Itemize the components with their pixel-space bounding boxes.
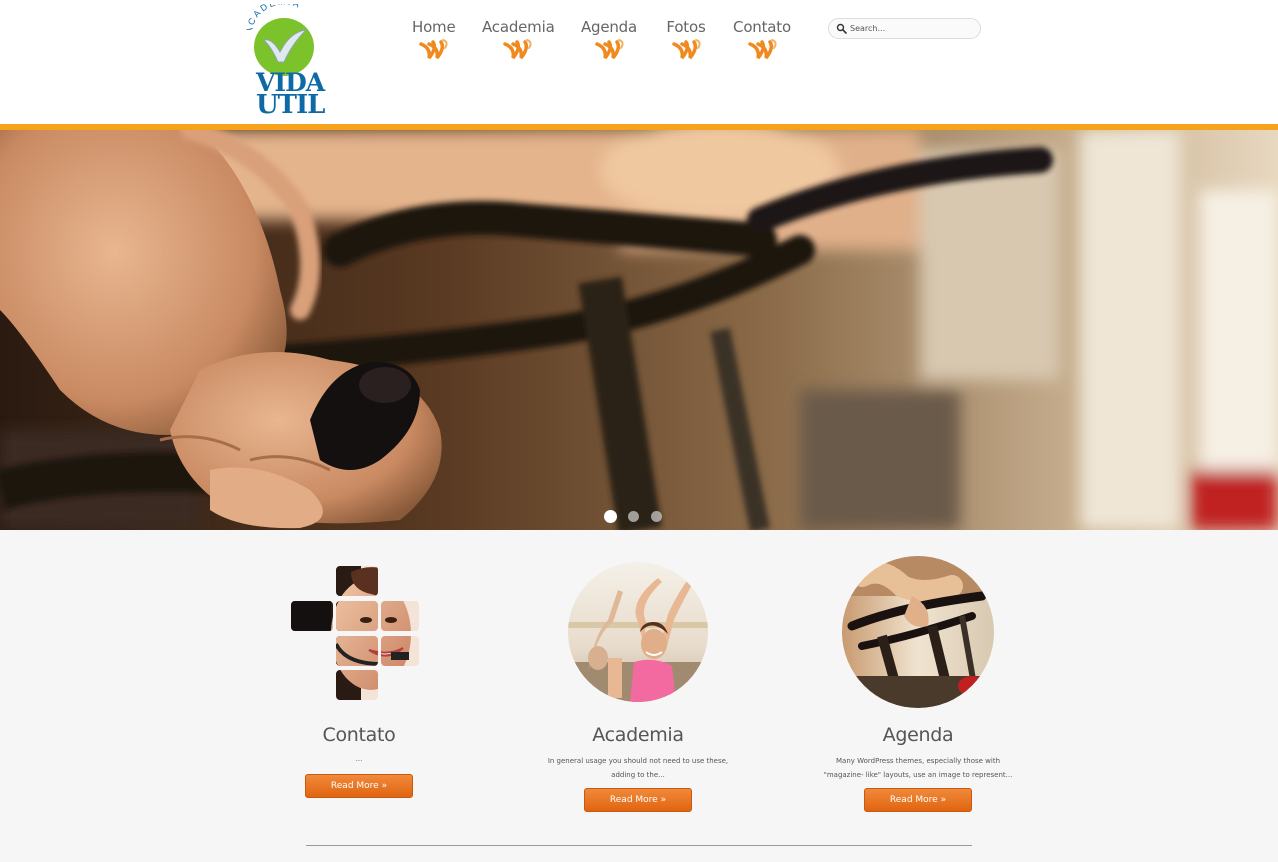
site-header: ACADEMIA VIDA UTIL Home Academia Agenda … — [0, 0, 1278, 124]
swoosh-icon — [419, 39, 448, 60]
nav-label: Fotos — [666, 18, 706, 36]
slider-dot-3[interactable] — [651, 511, 662, 522]
swoosh-icon — [503, 39, 532, 60]
read-more-button[interactable]: Read More » — [864, 788, 972, 812]
nav-item-agenda[interactable]: Agenda — [580, 18, 638, 60]
feature-contato: Contato ... Read More » — [239, 530, 479, 830]
swoosh-icon — [748, 39, 777, 60]
features-section: Contato ... Read More » Academia In gene… — [0, 530, 1278, 862]
feature-description: Many WordPress themes, especially those … — [823, 757, 1013, 779]
feature-title: Contato — [322, 724, 396, 746]
feature-description: In general usage you should not need to … — [547, 757, 729, 779]
read-more-button[interactable]: Read More » — [584, 788, 692, 812]
site-logo[interactable]: ACADEMIA VIDA UTIL — [246, 4, 325, 120]
nav-label: Agenda — [580, 18, 638, 36]
swoosh-icon — [595, 39, 624, 60]
feature-agenda: Agenda Many WordPress themes, especially… — [798, 530, 1038, 830]
slider-dot-1[interactable] — [604, 510, 617, 523]
contact-cross-image[interactable] — [291, 564, 421, 700]
slider-dot-2[interactable] — [628, 511, 639, 522]
nav-item-home[interactable]: Home — [412, 18, 456, 60]
nav-label: Academia — [482, 18, 555, 36]
section-divider — [306, 845, 972, 846]
feature-title: Academia — [592, 724, 684, 746]
logo-util: UTIL — [256, 90, 325, 120]
feature-academia: Academia In general usage you should not… — [518, 530, 758, 830]
agenda-circle-image[interactable] — [842, 556, 994, 708]
nav-label: Contato — [733, 18, 791, 36]
nav-item-fotos[interactable]: Fotos — [664, 18, 708, 60]
feature-title: Agenda — [882, 724, 954, 746]
read-more-button[interactable]: Read More » — [305, 774, 413, 798]
swoosh-icon — [672, 39, 701, 60]
nav-item-academia[interactable]: Academia — [482, 18, 555, 60]
feature-description: ... — [355, 755, 363, 763]
academia-circle-image[interactable] — [568, 562, 708, 702]
checkmark-icon — [263, 29, 308, 63]
nav-label: Home — [412, 18, 456, 36]
search-input[interactable] — [850, 21, 975, 36]
hero-image — [0, 130, 1278, 530]
hero-slider[interactable] — [0, 130, 1278, 530]
nav-item-contato[interactable]: Contato — [732, 18, 792, 60]
search-icon[interactable] — [836, 23, 847, 34]
search-box — [828, 18, 981, 39]
